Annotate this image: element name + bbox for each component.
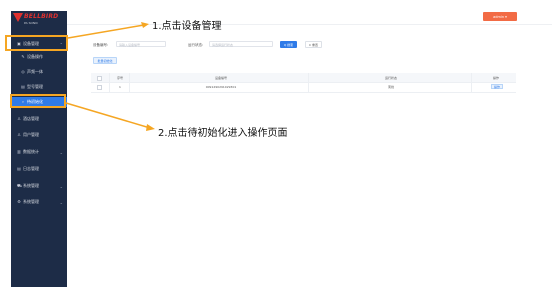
annotation-step2: 2.点击待初始化进入操作页面 xyxy=(158,128,288,139)
arrow-step2-line xyxy=(65,102,151,129)
arrow-step1-line xyxy=(67,24,145,39)
arrow-step2-head xyxy=(146,124,155,131)
arrow-step1-head xyxy=(141,22,149,28)
annotation-step1: 1.点击设备管理 xyxy=(152,21,222,32)
annotation-arrows xyxy=(65,22,155,131)
